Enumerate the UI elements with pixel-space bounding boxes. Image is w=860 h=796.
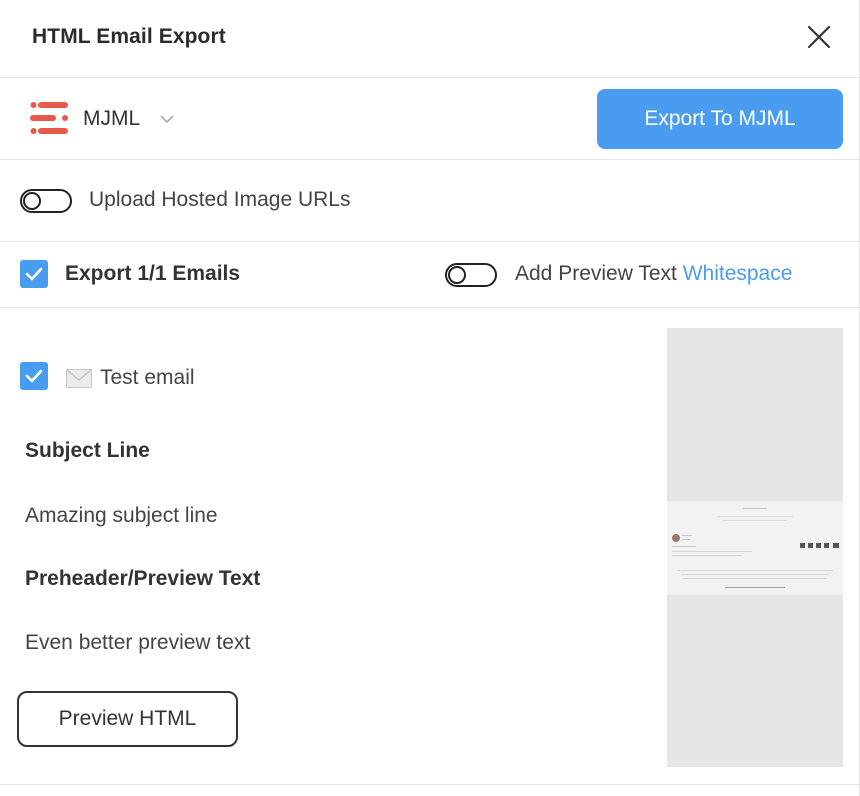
toggle-knob (448, 266, 466, 284)
bottom-divider (0, 784, 860, 785)
subject-line-heading: Subject Line (25, 439, 150, 462)
email-checkbox[interactable] (20, 362, 48, 390)
preview-whitespace-label: Add Preview Text Whitespace (515, 262, 792, 286)
checkmark-icon (25, 267, 43, 281)
panel-header: HTML Email Export (0, 0, 860, 78)
thumbnail-email-body (667, 501, 843, 595)
export-all-checkbox[interactable] (20, 260, 48, 288)
export-button[interactable]: Export To MJML (597, 89, 843, 149)
format-selected-label: MJML (83, 107, 141, 130)
preview-whitespace-toggle[interactable] (445, 263, 497, 287)
preheader-value: Even better preview text (25, 631, 251, 654)
subject-line-value: Amazing subject line (25, 504, 218, 527)
preview-html-button[interactable]: Preview HTML (17, 691, 238, 747)
email-name: Test email (100, 366, 195, 389)
chevron-down-icon (160, 115, 174, 124)
preview-text-label: Add Preview Text (515, 262, 677, 285)
close-icon[interactable] (802, 20, 836, 54)
toggle-knob (23, 192, 41, 210)
upload-hosted-images-toggle[interactable] (20, 189, 72, 213)
upload-hosted-images-label: Upload Hosted Image URLs (89, 188, 351, 211)
envelope-icon (66, 369, 92, 388)
whitespace-link[interactable]: Whitespace (683, 262, 793, 285)
html-email-export-panel: HTML Email Export MJML Export To MJML Up… (0, 0, 860, 796)
email-preview-thumbnail[interactable] (667, 328, 843, 767)
export-count-label: Export 1/1 Emails (65, 262, 241, 285)
mjml-logo-icon (30, 102, 68, 134)
preheader-heading: Preheader/Preview Text (25, 567, 261, 590)
panel-title: HTML Email Export (32, 25, 226, 48)
checkmark-icon (25, 369, 43, 383)
